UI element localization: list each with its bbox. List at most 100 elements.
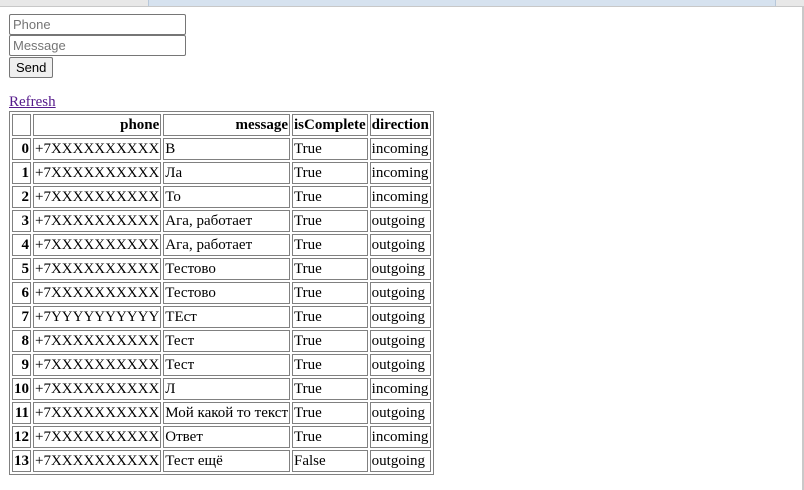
cell-phone: +7XXXXXXXXXX bbox=[33, 426, 162, 448]
cell-message: Ответ bbox=[163, 426, 291, 448]
cell-iscomplete: True bbox=[292, 234, 368, 256]
table-row: 11 +7XXXXXXXXXX Мой какой то текст True outg… bbox=[12, 402, 431, 424]
row-index: 12 bbox=[12, 426, 31, 448]
row-index: 10 bbox=[12, 378, 31, 400]
cell-iscomplete: True bbox=[292, 354, 368, 376]
cell-iscomplete: True bbox=[292, 426, 368, 448]
cell-phone: +7XXXXXXXXXX bbox=[33, 138, 162, 160]
cell-phone: +7XXXXXXXXXX bbox=[33, 450, 162, 472]
cell-message: В bbox=[163, 138, 291, 160]
send-button[interactable]: Send bbox=[9, 57, 54, 78]
cell-phone: +7XXXXXXXXXX bbox=[33, 162, 162, 184]
row-index: 6 bbox=[12, 282, 31, 304]
cell-direction: incoming bbox=[369, 378, 431, 400]
cell-iscomplete: False bbox=[292, 450, 368, 472]
row-index: 2 bbox=[12, 186, 31, 208]
table-header: phone message isComplete direction bbox=[12, 114, 431, 136]
row-index: 7 bbox=[12, 306, 31, 328]
row-index: 3 bbox=[12, 210, 31, 232]
cell-direction: incoming bbox=[369, 138, 431, 160]
cell-direction: outgoing bbox=[369, 330, 431, 352]
row-index: 9 bbox=[12, 354, 31, 376]
header-iscomplete: isComplete bbox=[292, 114, 368, 136]
header-row: phone message isComplete direction bbox=[12, 114, 431, 136]
cell-direction: outgoing bbox=[369, 450, 431, 472]
cell-iscomplete: True bbox=[292, 306, 368, 328]
cell-phone: +7XXXXXXXXXX bbox=[33, 378, 162, 400]
cell-direction: incoming bbox=[369, 186, 431, 208]
table-row: 8 +7XXXXXXXXXX Тест True outgoing bbox=[12, 330, 431, 352]
browser-tab-strip bbox=[148, 0, 776, 6]
messages-table: phone message isComplete direction 0 +7XX… bbox=[9, 111, 434, 475]
row-index: 0 bbox=[12, 138, 31, 160]
cell-message: Тестово bbox=[163, 258, 291, 280]
cell-iscomplete: True bbox=[292, 162, 368, 184]
cell-message: Тестово bbox=[163, 282, 291, 304]
cell-iscomplete: True bbox=[292, 258, 368, 280]
cell-message: Тест bbox=[163, 354, 291, 376]
cell-phone: +7XXXXXXXXXX bbox=[33, 234, 162, 256]
cell-direction: outgoing bbox=[369, 258, 431, 280]
cell-message: Тест bbox=[163, 330, 291, 352]
cell-iscomplete: True bbox=[292, 186, 368, 208]
table-row: 9 +7XXXXXXXXXX Тест True outgoing bbox=[12, 354, 431, 376]
cell-direction: outgoing bbox=[369, 210, 431, 232]
row-index: 5 bbox=[12, 258, 31, 280]
cell-message: Мой какой то текст bbox=[163, 402, 291, 424]
cell-direction: outgoing bbox=[369, 354, 431, 376]
cell-iscomplete: True bbox=[292, 138, 368, 160]
message-input[interactable] bbox=[9, 35, 186, 56]
table-row: 4 +7XXXXXXXXXX Ага, работает True outgoing bbox=[12, 234, 431, 256]
cell-phone: +7XXXXXXXXXX bbox=[33, 330, 162, 352]
table-row: 2 +7XXXXXXXXXX То True incoming bbox=[12, 186, 431, 208]
cell-direction: outgoing bbox=[369, 234, 431, 256]
cell-iscomplete: True bbox=[292, 378, 368, 400]
header-message: message bbox=[163, 114, 291, 136]
row-index: 11 bbox=[12, 402, 31, 424]
cell-phone: +7XXXXXXXXXX bbox=[33, 354, 162, 376]
table-row: 6 +7XXXXXXXXXX Тестово True outgoing bbox=[12, 282, 431, 304]
row-index: 4 bbox=[12, 234, 31, 256]
row-index: 13 bbox=[12, 450, 31, 472]
cell-message: То bbox=[163, 186, 291, 208]
cell-iscomplete: True bbox=[292, 282, 368, 304]
cell-message: Тест ещё bbox=[163, 450, 291, 472]
header-index bbox=[12, 114, 31, 136]
table-row: 10 +7XXXXXXXXXX Л True incoming bbox=[12, 378, 431, 400]
cell-message: Ага, работает bbox=[163, 234, 291, 256]
cell-phone: +7XXXXXXXXXX bbox=[33, 258, 162, 280]
cell-phone: +7XXXXXXXXXX bbox=[33, 282, 162, 304]
row-index: 8 bbox=[12, 330, 31, 352]
phone-input[interactable] bbox=[9, 14, 186, 35]
table-body: 0 +7XXXXXXXXXX В True incoming 1 +7XXXXXXXXXX Л… bbox=[12, 138, 431, 472]
table-row: 12 +7XXXXXXXXXX Ответ True incoming bbox=[12, 426, 431, 448]
refresh-link[interactable]: Refresh bbox=[9, 94, 56, 111]
cell-direction: incoming bbox=[369, 426, 431, 448]
cell-phone: +7XXXXXXXXXX bbox=[33, 186, 162, 208]
cell-phone: +7XXXXXXXXXX bbox=[33, 210, 162, 232]
cell-message: Ага, работает bbox=[163, 210, 291, 232]
cell-direction: outgoing bbox=[369, 402, 431, 424]
cell-message: ТЕст bbox=[163, 306, 291, 328]
table-row: 3 +7XXXXXXXXXX Ага, работает True outgoing bbox=[12, 210, 431, 232]
header-phone: phone bbox=[33, 114, 162, 136]
cell-direction: incoming bbox=[369, 162, 431, 184]
cell-iscomplete: True bbox=[292, 402, 368, 424]
cell-direction: outgoing bbox=[369, 282, 431, 304]
table-row: 7 +7YYYYYYYYYY ТЕст True outgoing bbox=[12, 306, 431, 328]
cell-message: Л bbox=[163, 378, 291, 400]
cell-phone: +7XXXXXXXXXX bbox=[33, 402, 162, 424]
row-index: 1 bbox=[12, 162, 31, 184]
header-direction: direction bbox=[369, 114, 431, 136]
cell-iscomplete: True bbox=[292, 330, 368, 352]
table-row: 13 +7XXXXXXXXXX Тест ещё False outgoing bbox=[12, 450, 431, 472]
send-form: Send bbox=[9, 14, 434, 78]
page-content: Send Refresh phone message isComplete di… bbox=[9, 14, 434, 475]
cell-message: Ла bbox=[163, 162, 291, 184]
table-row: 1 +7XXXXXXXXXX Ла True incoming bbox=[12, 162, 431, 184]
table-row: 5 +7XXXXXXXXXX Тестово True outgoing bbox=[12, 258, 431, 280]
cell-iscomplete: True bbox=[292, 210, 368, 232]
cell-phone: +7YYYYYYYYYY bbox=[33, 306, 162, 328]
table-row: 0 +7XXXXXXXXXX В True incoming bbox=[12, 138, 431, 160]
cell-direction: outgoing bbox=[369, 306, 431, 328]
